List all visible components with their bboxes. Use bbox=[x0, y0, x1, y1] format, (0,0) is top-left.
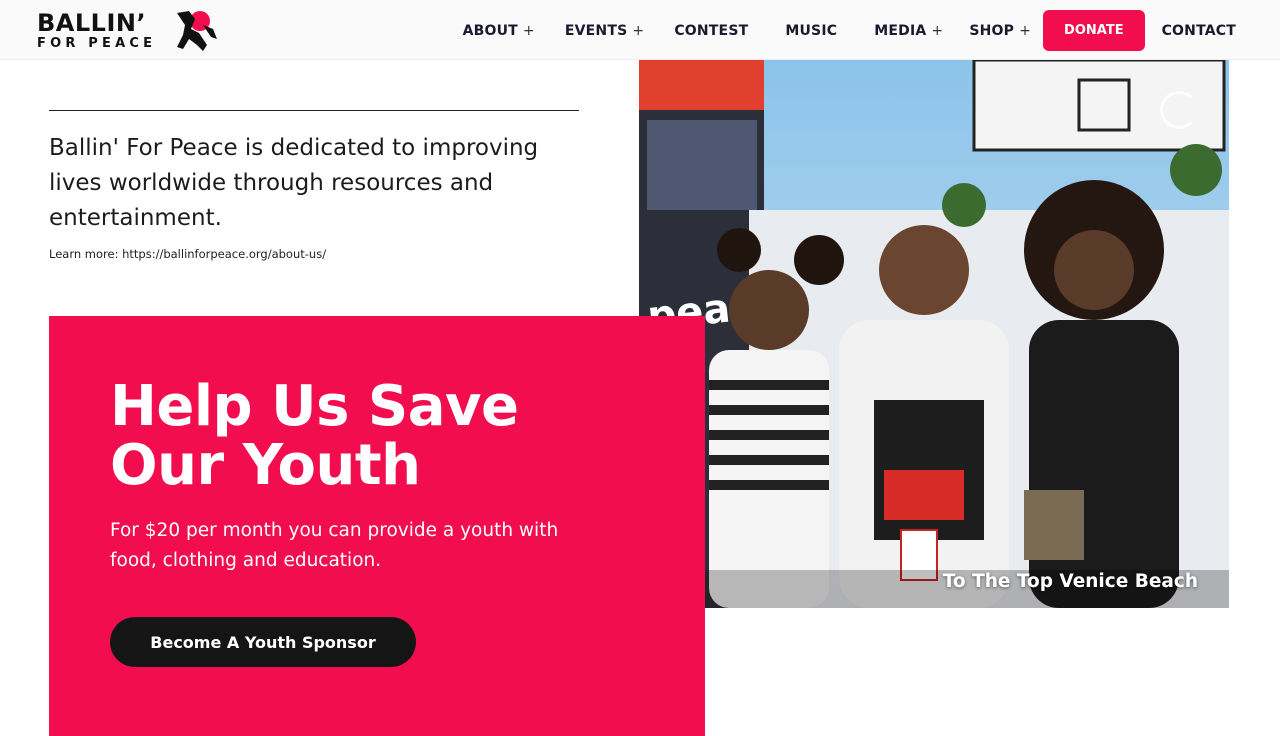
person-right bbox=[1024, 180, 1179, 608]
nav-label: ABOUT bbox=[462, 22, 518, 39]
logo-wordmark-bottom: FOR PEACE bbox=[37, 36, 157, 51]
cta-heading: Help Us Save Our Youth bbox=[110, 374, 519, 498]
slide-caption: To The Top Venice Beach bbox=[942, 571, 1198, 592]
main-nav: ABOUT + EVENTS + CONTEST MUSIC MEDIA + S… bbox=[463, 10, 1236, 51]
site-logo[interactable]: BALLIN’ FOR PEACE bbox=[37, 9, 222, 53]
nav-label: CONTEST bbox=[674, 22, 749, 39]
expand-plus-icon[interactable]: + bbox=[931, 23, 943, 39]
learn-more-link[interactable]: Learn more: https://ballinforpeace.org/a… bbox=[49, 247, 326, 261]
logo-wordmark-top: BALLIN’ bbox=[37, 9, 147, 37]
cta-description: For $20 per month you can provide a yout… bbox=[110, 520, 559, 571]
nav-label: MEDIA bbox=[874, 22, 927, 39]
nav-item-media[interactable]: MEDIA + bbox=[874, 23, 943, 39]
nav-item-contest[interactable]: CONTEST bbox=[674, 23, 748, 39]
event-photo-slideshow[interactable]: peace To The Top Venice Beach bbox=[639, 60, 1229, 608]
expand-plus-icon[interactable]: + bbox=[523, 23, 535, 39]
nav-item-shop[interactable]: SHOP + bbox=[969, 23, 1031, 39]
become-sponsor-button[interactable]: Become A Youth Sponsor bbox=[110, 617, 416, 667]
donate-button[interactable]: DONATE bbox=[1043, 10, 1145, 51]
nav-item-events[interactable]: EVENTS + bbox=[565, 23, 644, 39]
divider bbox=[49, 110, 579, 111]
nav-label: EVENTS bbox=[564, 22, 628, 39]
mission-statement: Ballin' For Peace is dedicated to improv… bbox=[49, 135, 539, 231]
event-photo: peace bbox=[639, 60, 1229, 608]
loading-spinner-icon bbox=[1160, 91, 1198, 129]
nav-item-contact[interactable]: CONTACT bbox=[1162, 23, 1236, 39]
sponsor-cta-panel: Help Us Save Our Youth For $20 per month… bbox=[49, 316, 705, 736]
nav-item-music[interactable]: MUSIC bbox=[785, 23, 837, 39]
nav-item-about[interactable]: ABOUT + bbox=[463, 23, 535, 39]
nav-label: MUSIC bbox=[785, 22, 838, 39]
expand-plus-icon[interactable]: + bbox=[1019, 23, 1031, 39]
nav-label: SHOP bbox=[969, 22, 1015, 39]
site-header: BALLIN’ FOR PEACE ABOUT + EVENTS + CONTE… bbox=[0, 0, 1280, 60]
basketball-player-icon bbox=[177, 11, 217, 51]
expand-plus-icon[interactable]: + bbox=[632, 23, 644, 39]
